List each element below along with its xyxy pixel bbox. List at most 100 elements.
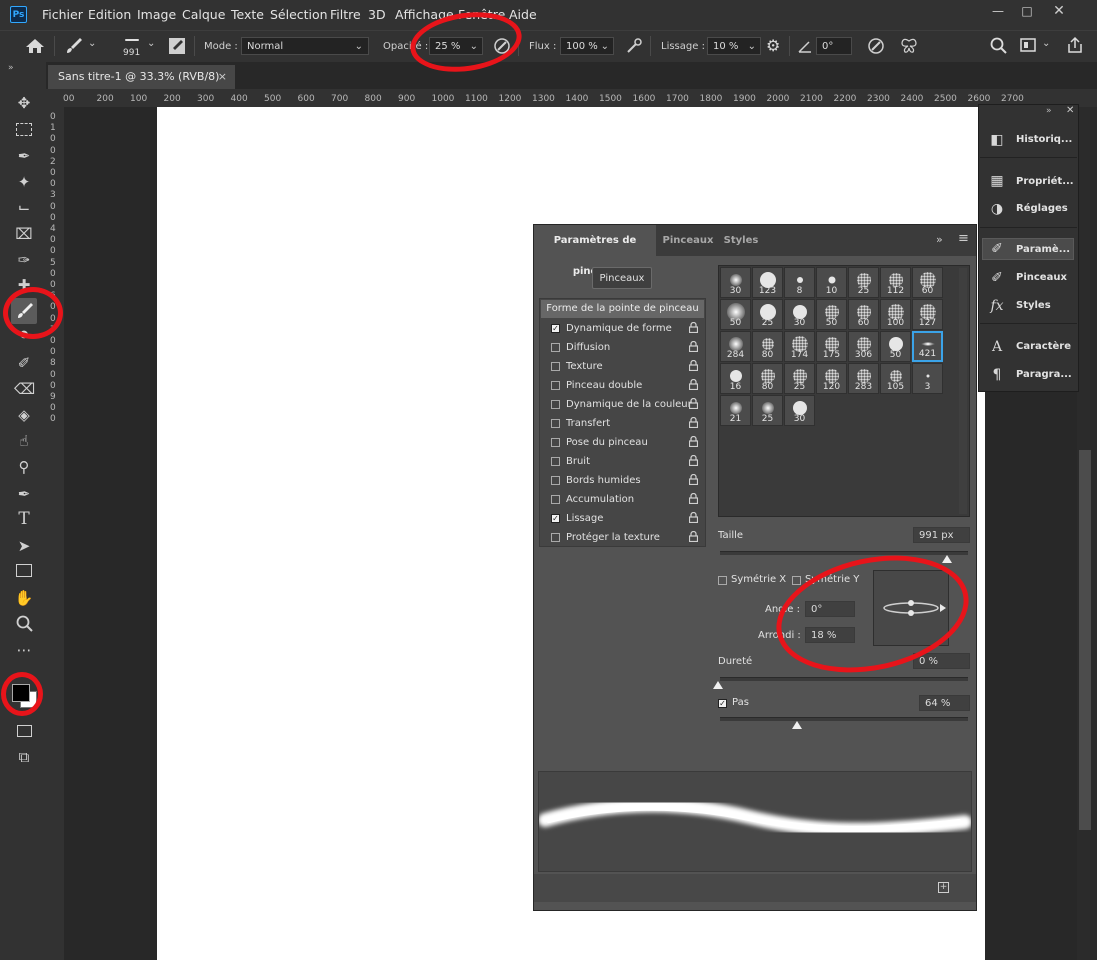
close-window-icon[interactable]: ✕ xyxy=(1047,4,1071,18)
lock-icon[interactable] xyxy=(689,436,698,447)
rectangle-tool-icon[interactable] xyxy=(14,561,34,581)
size-slider-thumb[interactable] xyxy=(942,555,952,563)
brush-preset-cell[interactable]: 50 xyxy=(720,299,751,330)
spacing-checkbox[interactable]: ✓ xyxy=(718,699,727,708)
setting-checkbox[interactable] xyxy=(551,362,560,371)
photoshop-logo-icon[interactable]: Ps xyxy=(10,6,27,23)
brush-preset-cell[interactable]: 80 xyxy=(752,363,783,394)
brush-preset-cell[interactable]: 30 xyxy=(784,395,815,426)
move-tool-icon[interactable]: ✥ xyxy=(14,93,34,113)
brush-preset-cell[interactable]: 21 xyxy=(720,395,751,426)
lasso-tool-icon[interactable]: ✒ xyxy=(14,146,34,166)
menu-filtre[interactable]: Filtre xyxy=(330,7,361,22)
blur-tool-icon[interactable]: ☝ xyxy=(14,431,34,451)
setting-checkbox[interactable] xyxy=(551,343,560,352)
size-slider[interactable] xyxy=(720,551,968,555)
pen-tool-icon[interactable]: ✒ xyxy=(14,484,34,504)
hand-tool-icon[interactable]: ✋ xyxy=(14,588,34,608)
brush-preset-cell[interactable]: 16 xyxy=(720,363,751,394)
maximize-icon[interactable]: □ xyxy=(1015,4,1039,18)
mode-select[interactable]: Normal ⌄ xyxy=(241,37,369,55)
setting-checkbox[interactable] xyxy=(551,495,560,504)
menu-fichier[interactable]: Fichier xyxy=(42,7,83,22)
brush-preset-cell[interactable]: 25 xyxy=(784,363,815,394)
hardness-slider[interactable] xyxy=(720,677,968,681)
marquee-tool-icon[interactable] xyxy=(14,120,34,140)
brush-setting-8[interactable]: Bruit xyxy=(541,452,704,471)
tab-styles[interactable]: Styles xyxy=(720,225,762,256)
frame-tool-icon[interactable]: ⌧ xyxy=(14,224,34,244)
brush-setting-3[interactable]: Texture xyxy=(541,357,704,376)
brush-setting-5[interactable]: Dynamique de la couleur xyxy=(541,395,704,414)
brush-preset-cell[interactable]: 30 xyxy=(720,267,751,298)
angle-field[interactable]: 0° xyxy=(816,37,852,55)
setting-checkbox[interactable] xyxy=(551,438,560,447)
setting-checkbox[interactable] xyxy=(551,419,560,428)
document-tab[interactable]: Sans titre-1 @ 33.3% (RVB/8) × xyxy=(48,65,235,89)
history-brush-tool-icon[interactable]: ✐ xyxy=(14,353,34,373)
gear-icon[interactable]: ⚙ xyxy=(766,36,780,55)
brush-size-picker[interactable]: 991 xyxy=(115,34,151,60)
panel-collapse-icon[interactable]: » xyxy=(936,233,943,246)
zoom-tool-icon[interactable] xyxy=(15,614,35,634)
hardness-slider-thumb[interactable] xyxy=(713,681,723,689)
screen-mode-icon[interactable]: ⧉ xyxy=(14,747,34,767)
brush-preset-cell[interactable]: 8 xyxy=(784,267,815,298)
brush-preset-cell[interactable]: 3 xyxy=(912,363,943,394)
brush-setting-2[interactable]: Diffusion xyxy=(541,338,704,357)
symmetry-y-checkbox[interactable] xyxy=(792,576,801,585)
brush-preset-cell[interactable]: 112 xyxy=(880,267,911,298)
lock-icon[interactable] xyxy=(689,512,698,523)
menu-calque[interactable]: Calque xyxy=(182,7,225,22)
lock-icon[interactable] xyxy=(689,322,698,333)
home-icon[interactable] xyxy=(25,37,45,55)
brush-preset-cell[interactable]: 421 xyxy=(912,331,943,362)
close-tab-icon[interactable]: × xyxy=(218,65,227,89)
close-dock-icon[interactable]: ✕ xyxy=(1066,105,1074,116)
setting-checkbox[interactable]: ✓ xyxy=(551,324,560,333)
symmetry-x-checkbox[interactable] xyxy=(718,576,727,585)
symmetry-butterfly-icon[interactable] xyxy=(899,36,919,56)
brush-preset-cell[interactable]: 283 xyxy=(848,363,879,394)
brush-setting-9[interactable]: Bords humides xyxy=(541,471,704,490)
brush-preset-cell[interactable]: 174 xyxy=(784,331,815,362)
minimize-icon[interactable]: — xyxy=(986,4,1010,18)
grid-scrollbar[interactable] xyxy=(959,268,967,514)
menu-image[interactable]: Image xyxy=(137,7,176,22)
search-icon[interactable] xyxy=(990,37,1008,55)
brush-preset-cell[interactable]: 100 xyxy=(880,299,911,330)
brush-setting-12[interactable]: Protéger la texture xyxy=(541,528,704,547)
menu-3d[interactable]: 3D xyxy=(368,7,386,22)
brush-preset-cell[interactable]: 50 xyxy=(880,331,911,362)
brush-panel-toggle-icon[interactable] xyxy=(168,37,186,55)
crop-tool-icon[interactable]: ⌙ xyxy=(14,197,34,217)
flow-field[interactable]: 100 % ⌄ xyxy=(560,37,614,55)
setting-checkbox[interactable]: ✓ xyxy=(551,514,560,523)
workspace-icon[interactable] xyxy=(1020,38,1038,54)
dodge-tool-icon[interactable]: ⚲ xyxy=(14,457,34,477)
menu-edition[interactable]: Edition xyxy=(88,7,131,22)
setting-checkbox[interactable] xyxy=(551,381,560,390)
eraser-tool-icon[interactable]: ⌫ xyxy=(14,379,35,399)
airbrush-icon[interactable] xyxy=(624,36,644,56)
collapse-dock-icon[interactable]: » xyxy=(1046,106,1052,116)
chevron-down-icon[interactable]: ⌄ xyxy=(1042,38,1050,49)
type-tool-icon[interactable]: T xyxy=(14,509,34,529)
smoothing-field[interactable]: 10 % ⌄ xyxy=(707,37,761,55)
lock-icon[interactable] xyxy=(689,531,698,542)
brush-setting-4[interactable]: Pinceau double xyxy=(541,376,704,395)
brush-setting-10[interactable]: Accumulation xyxy=(541,490,704,509)
spacing-field[interactable]: 64 % xyxy=(919,695,970,711)
more-tools-icon[interactable]: ⋯ xyxy=(14,640,34,660)
setting-checkbox[interactable] xyxy=(551,400,560,409)
spacing-slider[interactable] xyxy=(720,717,968,721)
tab-brush-settings[interactable]: Paramètres de pinceau xyxy=(534,225,656,277)
menu-aide[interactable]: Aide xyxy=(509,7,537,22)
brush-preset-cell[interactable]: 80 xyxy=(752,331,783,362)
brush-preset-cell[interactable]: 123 xyxy=(752,267,783,298)
lock-icon[interactable] xyxy=(689,474,698,485)
quick-mask-icon[interactable] xyxy=(14,721,34,741)
brush-preset-cell[interactable]: 25 xyxy=(752,299,783,330)
brush-tool-preset-icon[interactable] xyxy=(64,36,84,56)
brush-preset-cell[interactable]: 127 xyxy=(912,299,943,330)
